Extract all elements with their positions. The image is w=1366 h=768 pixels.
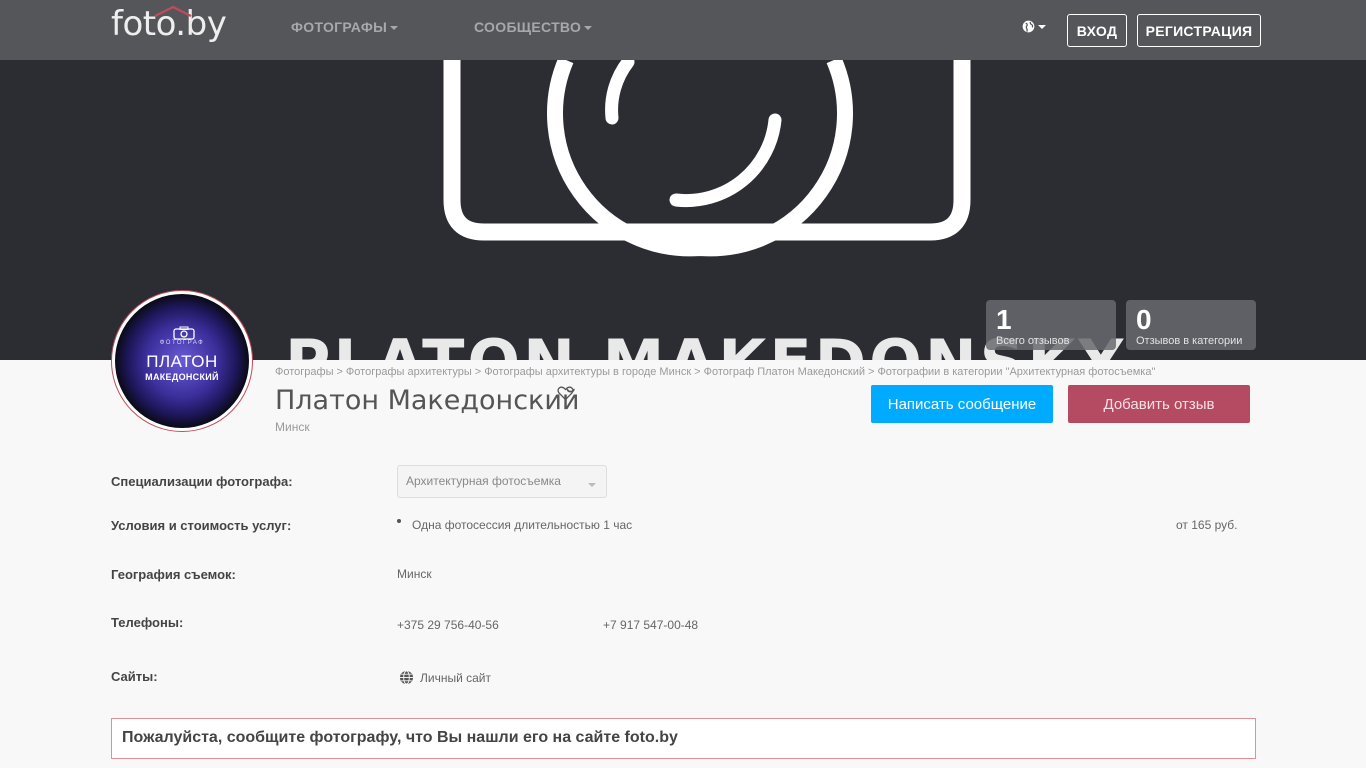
service-name: Одна фотосессия длительностью 1 час	[412, 518, 633, 532]
nav-menu-label: СООБЩЕСТВО	[474, 19, 582, 35]
avatar-name-line1: ПЛАТОН	[146, 352, 218, 371]
stat-category-reviews: 0 Отзывов в категории	[1126, 300, 1256, 350]
breadcrumb: Фотографы > Фотографы архитектуры > Фотограф…	[275, 366, 1155, 378]
write-message-button[interactable]: Написать сообщение	[871, 385, 1053, 423]
nav-menu-community[interactable]: СООБЩЕСТВО	[474, 19, 593, 35]
page-title: Платон Македонский	[275, 385, 580, 416]
breadcrumb-link[interactable]: Фотографы	[275, 366, 333, 378]
language-selector[interactable]	[1022, 20, 1046, 33]
specialization-selected-value: Архитектурная фотосъемка	[406, 474, 561, 488]
camera-icon	[173, 326, 195, 340]
breadcrumb-separator: >	[694, 366, 701, 378]
logo-roof-icon	[154, 5, 192, 17]
chevron-down-icon	[588, 483, 596, 487]
services-label: Условия и стоимость услуг:	[111, 518, 292, 533]
phone-number[interactable]: +7 917 547-00-48	[603, 618, 698, 632]
avatar: ФОТОГРАФ ПЛАТОН МАКЕДОНСКИЙ	[111, 290, 253, 432]
chevron-down-icon	[1038, 24, 1046, 29]
notice-message: Пожалуйста, сообщите фотографу, что Вы н…	[111, 718, 1256, 759]
geography-value: Минск	[397, 567, 432, 581]
photographer-city: Минск	[275, 420, 310, 434]
stat-label: Всего отзывов	[996, 335, 1070, 347]
breadcrumb-link[interactable]: Фотограф Платон Македонский	[704, 366, 865, 378]
stat-total-reviews: 1 Всего отзывов	[986, 300, 1116, 350]
specialization-select[interactable]: Архитектурная фотосъемка	[397, 465, 607, 498]
breadcrumb-link[interactable]: Фотографы архитектуры в городе Минск	[484, 366, 691, 378]
specializations-label: Специализации фотографа:	[111, 474, 293, 489]
phone-number[interactable]: +375 29 756-40-56	[397, 618, 499, 632]
avatar-caption: ФОТОГРАФ	[159, 340, 205, 346]
phones-label: Телефоны:	[111, 615, 184, 630]
sites-label: Сайты:	[111, 669, 158, 684]
chevron-down-icon	[584, 26, 593, 31]
add-review-button[interactable]: Добавить отзыв	[1068, 385, 1250, 423]
globe-icon	[399, 670, 414, 685]
nav-menu-photographers[interactable]: ФОТОГРАФЫ	[291, 19, 399, 35]
breadcrumb-separator: >	[336, 366, 343, 378]
breadcrumb-separator: >	[474, 366, 482, 378]
top-navigation-bar: foto.by ФОТОГРАФЫ СООБЩЕСТВО ВХОД РЕГИСТ…	[0, 0, 1366, 60]
geography-label: География съемок:	[111, 567, 236, 582]
nav-menu-label: ФОТОГРАФЫ	[291, 19, 388, 35]
breadcrumb-link[interactable]: Фотографы архитектуры	[346, 366, 472, 378]
avatar-name-line2: МАКЕДОНСКИЙ	[145, 372, 219, 382]
globe-icon	[1022, 20, 1035, 33]
personal-site-link[interactable]: Личный сайт	[399, 670, 491, 685]
register-button[interactable]: РЕГИСТРАЦИЯ	[1137, 14, 1261, 47]
stat-value: 1	[996, 304, 1012, 335]
stat-label: Отзывов в категории	[1136, 335, 1243, 347]
avatar-logo-image: ФОТОГРАФ ПЛАТОН МАКЕДОНСКИЙ	[115, 294, 249, 428]
login-button[interactable]: ВХОД	[1067, 14, 1127, 47]
list-bullet	[397, 519, 401, 523]
breadcrumb-separator: >	[868, 366, 875, 378]
stat-value: 0	[1136, 304, 1152, 335]
chevron-down-icon	[390, 26, 399, 31]
breadcrumb-current: Фотографии в категории "Архитектурная фо…	[877, 366, 1156, 378]
heart-icon[interactable]	[557, 386, 574, 401]
personal-site-label: Личный сайт	[420, 670, 491, 685]
service-price: от 165 руб.	[1176, 518, 1238, 532]
